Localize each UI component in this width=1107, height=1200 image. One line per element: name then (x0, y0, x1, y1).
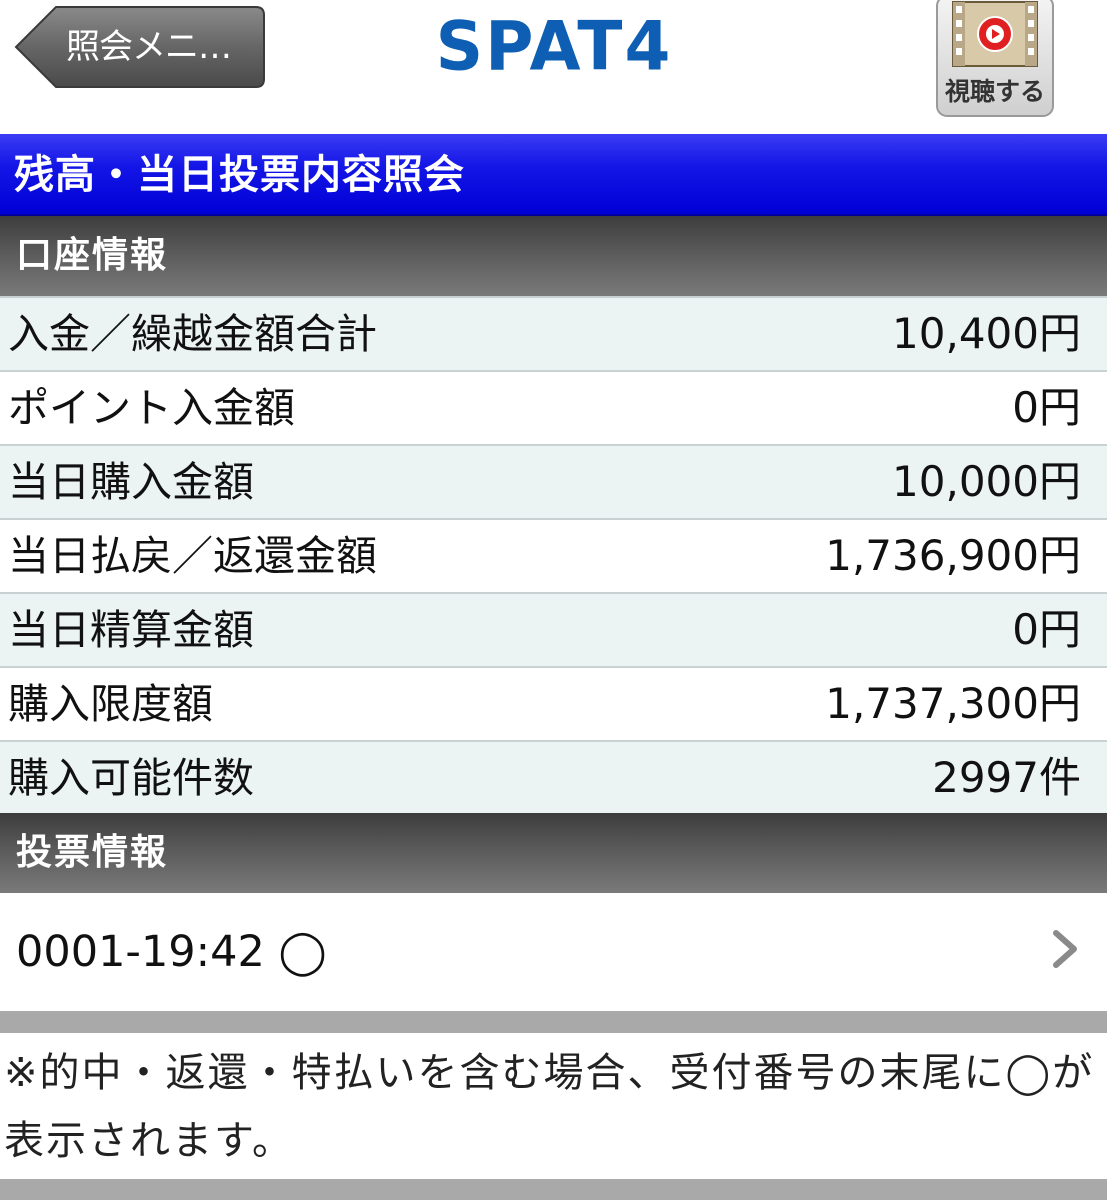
row-label: ポイント入金額 (8, 384, 295, 432)
row-value: 0円 (1012, 605, 1081, 654)
chevron-right-icon (1053, 930, 1077, 968)
bottom-divider (0, 1179, 1107, 1200)
row-label: 購入可能件数 (8, 754, 254, 802)
vote-entry-text: 0001-19:42 ◯ (16, 927, 327, 977)
row-label: 入金／繰越金額合計 (8, 310, 377, 358)
account-row: 購入限度額 1,737,300円 (0, 666, 1107, 740)
account-row: 当日購入金額 10,000円 (0, 444, 1107, 518)
back-button-label: 照会メニ… (66, 27, 232, 67)
vote-section-header: 投票情報 (0, 813, 1107, 893)
account-section-header: 口座情報 (0, 216, 1107, 296)
row-label: 当日払戻／返還金額 (8, 532, 377, 580)
row-value: 10,000円 (892, 457, 1081, 506)
account-info-table: 入金／繰越金額合計 10,400円 ポイント入金額 0円 当日購入金額 10,0… (0, 296, 1107, 814)
row-value: 10,400円 (892, 309, 1081, 358)
account-row: 当日払戻／返還金額 1,736,900円 (0, 518, 1107, 592)
row-label: 当日精算金額 (8, 606, 254, 654)
row-label: 当日購入金額 (8, 458, 254, 506)
account-row: 購入可能件数 2997件 (0, 740, 1107, 814)
watch-video-button[interactable]: 視聴する (935, 0, 1055, 118)
account-row: ポイント入金額 0円 (0, 370, 1107, 444)
row-value: 1,736,900円 (825, 531, 1081, 580)
notice-box: ※的中・返還・特払いを含む場合、受付番号の末尾に◯が表示されます。 (0, 1033, 1107, 1179)
page-title-bar: 残高・当日投票内容照会 (0, 134, 1107, 216)
account-row: 入金／繰越金額合計 10,400円 (0, 296, 1107, 370)
page-title: 残高・当日投票内容照会 (14, 152, 465, 198)
account-section-title: 口座情報 (16, 235, 169, 276)
watch-button-label: 視聴する (944, 77, 1045, 106)
top-header: 照会メニ… SPAT4 視聴する (0, 0, 1107, 134)
vote-entry-item[interactable]: 0001-19:42 ◯ (0, 893, 1107, 1011)
row-value: 2997件 (932, 753, 1081, 802)
divider (0, 1011, 1107, 1033)
account-row: 当日精算金額 0円 (0, 592, 1107, 666)
row-value: 0円 (1012, 383, 1081, 432)
row-value: 1,737,300円 (825, 679, 1081, 728)
spat4-logo: SPAT4 (435, 7, 673, 86)
row-label: 購入限度額 (8, 680, 213, 728)
back-to-menu-button[interactable]: 照会メニ… (14, 5, 266, 89)
vote-section-title: 投票情報 (16, 832, 169, 873)
notice-text: ※的中・返還・特払いを含む場合、受付番号の末尾に◯が表示されます。 (4, 1050, 1095, 1164)
